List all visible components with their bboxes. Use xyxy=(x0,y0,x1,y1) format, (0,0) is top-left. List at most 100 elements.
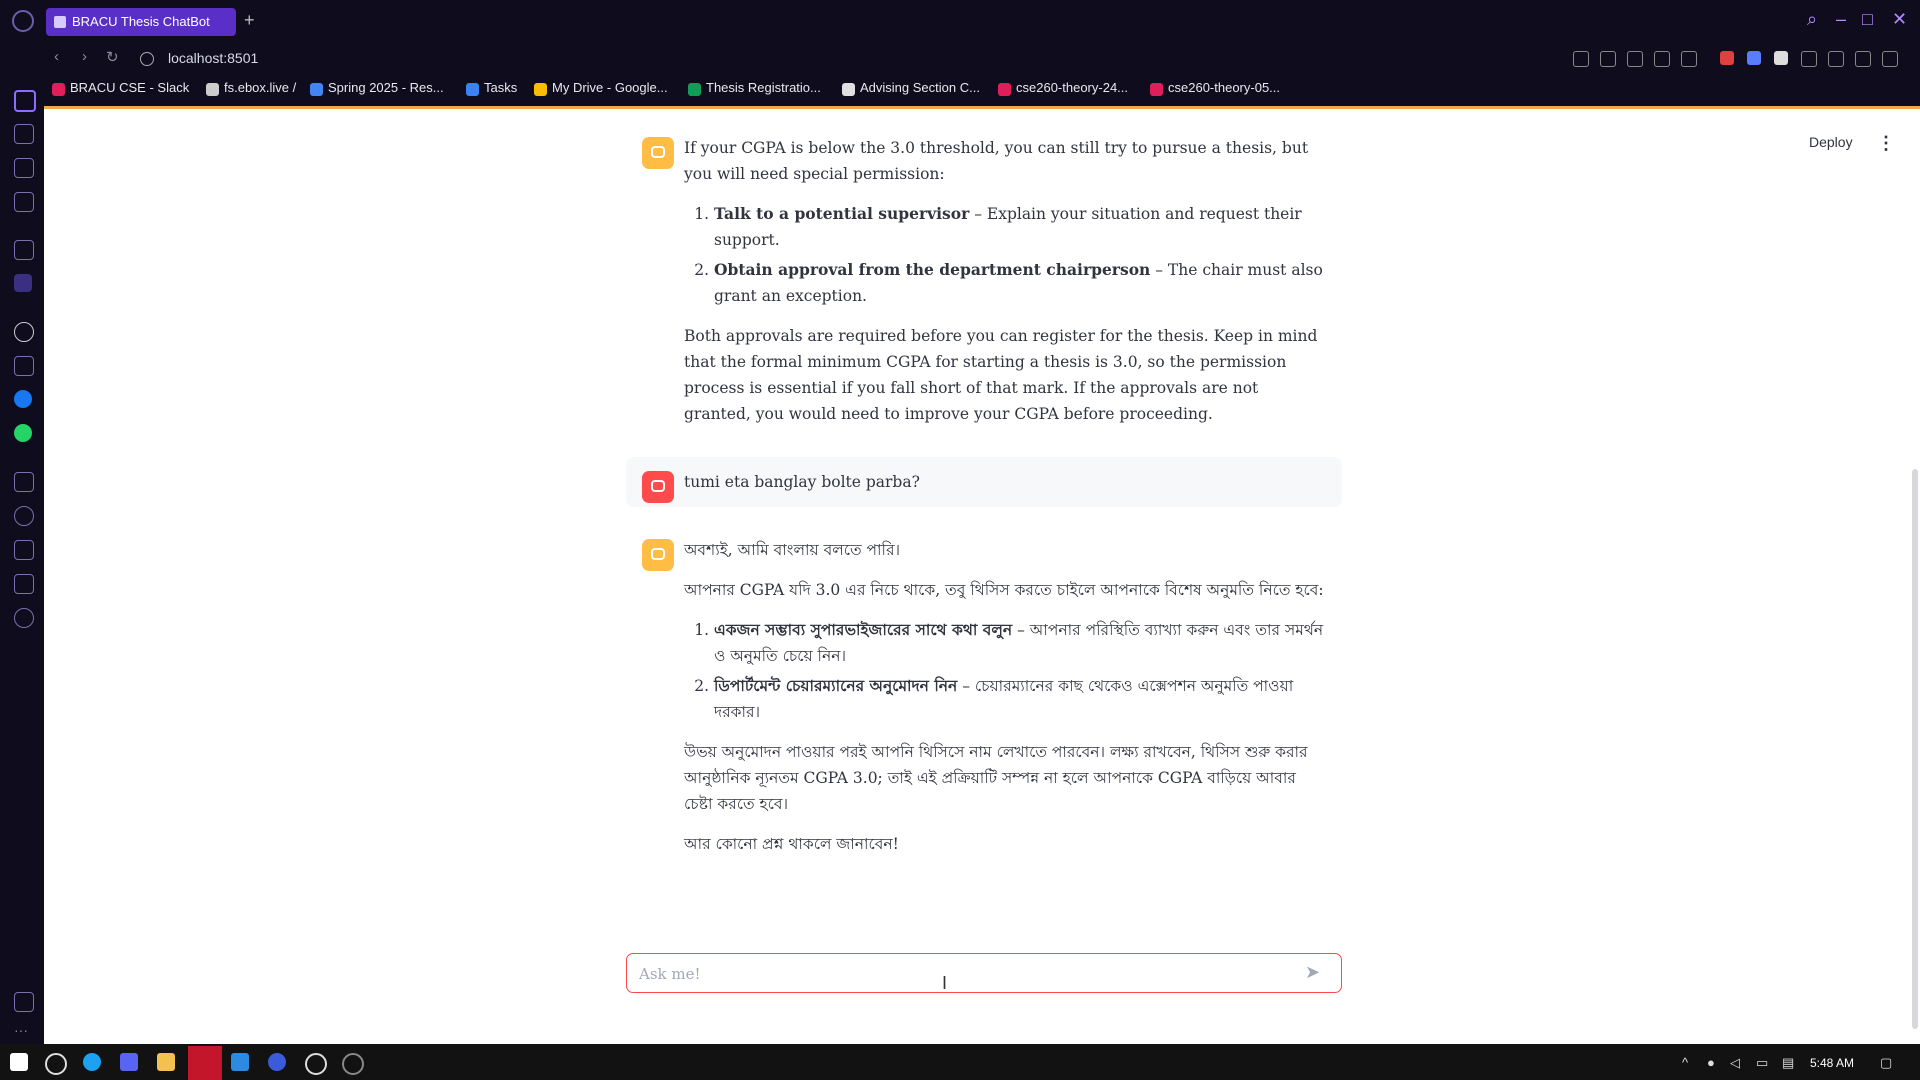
history-icon[interactable] xyxy=(14,506,34,526)
chatgpt-icon[interactable] xyxy=(305,1053,327,1075)
assistant-message: If your CGPA is below the 3.0 threshold,… xyxy=(626,123,1342,439)
menu-icon[interactable] xyxy=(1882,51,1898,67)
active-tab[interactable]: BRACU Thesis ChatBot xyxy=(46,8,236,36)
bookmark-item[interactable]: fs.ebox.live / xyxy=(204,80,296,100)
download-icon[interactable] xyxy=(14,540,34,560)
settings-icon[interactable] xyxy=(14,608,34,628)
more-icon[interactable]: ··· xyxy=(14,1022,32,1040)
extension-icon[interactable] xyxy=(1774,51,1788,65)
chevron-up-icon[interactable]: ^ xyxy=(1682,1055,1688,1070)
gamepad-icon[interactable] xyxy=(14,124,34,144)
message-text: আর কোনো প্রশ্ন থাকলে জানাবেন! xyxy=(684,835,899,853)
chat-messages: If your CGPA is below the 3.0 threshold,… xyxy=(626,131,1342,887)
minimize-icon[interactable]: – xyxy=(1836,9,1846,30)
gx-icon[interactable] xyxy=(14,992,34,1012)
mail-icon[interactable] xyxy=(14,274,32,292)
download-icon[interactable] xyxy=(1855,51,1871,67)
bookmark-item[interactable]: Advising Section C... xyxy=(840,80,980,100)
percent-icon[interactable] xyxy=(14,356,34,376)
bookmark-label: Thesis Registratio... xyxy=(706,80,821,95)
address-bar[interactable]: localhost:8501 xyxy=(168,50,258,66)
home-icon[interactable] xyxy=(14,90,36,112)
list-item: Talk to a potential supervisor – Explain… xyxy=(714,201,1326,253)
discord-icon[interactable] xyxy=(120,1053,138,1071)
screenshot-icon[interactable] xyxy=(1600,51,1616,67)
back-icon[interactable]: ‹ xyxy=(54,48,59,65)
browser-sidebar: ··· xyxy=(0,74,44,1044)
puzzle-icon[interactable] xyxy=(1801,51,1817,67)
bookmark-label: cse260-theory-24... xyxy=(1016,80,1129,95)
search-icon[interactable]: ⌕ xyxy=(1807,9,1817,30)
volume-icon[interactable]: ◁ xyxy=(1730,1055,1740,1071)
maximize-icon[interactable]: □ xyxy=(1862,9,1873,30)
message-text: অবশ্যই, আমি বাংলায় বলতে পারি। xyxy=(684,541,901,559)
close-icon[interactable]: ✕ xyxy=(1892,9,1907,30)
extension-icon[interactable] xyxy=(1747,51,1761,65)
edge-icon[interactable] xyxy=(83,1053,101,1071)
new-tab-icon[interactable]: + xyxy=(244,10,255,31)
chat-input[interactable] xyxy=(637,962,1281,986)
forward-icon[interactable]: › xyxy=(82,48,87,65)
tasks-icon xyxy=(466,83,479,96)
app-icon[interactable] xyxy=(268,1053,286,1071)
vscode-icon[interactable] xyxy=(231,1053,249,1071)
bookmark-label: Spring 2025 - Res... xyxy=(328,80,444,95)
message-text: If your CGPA is below the 3.0 threshold,… xyxy=(684,139,1309,183)
play-icon[interactable] xyxy=(1654,51,1670,67)
keyboard-icon[interactable]: ▤ xyxy=(1782,1055,1794,1071)
whatsapp-icon[interactable] xyxy=(14,424,32,442)
notification-icon[interactable]: ▢ xyxy=(1880,1055,1892,1071)
bookmark-label: cse260-theory-05... xyxy=(1168,80,1281,95)
network-icon[interactable]: ▭ xyxy=(1756,1055,1768,1071)
chat-input-box[interactable]: ➤ xyxy=(626,953,1342,993)
clock[interactable]: 5:48 AM xyxy=(1810,1056,1854,1070)
bot-avatar-icon xyxy=(642,539,674,571)
list-item: Obtain approval from the department chai… xyxy=(714,257,1326,309)
bookmark-label: BRACU CSE - Slack xyxy=(70,80,190,95)
user-message: tumi eta banglay bolte parba? xyxy=(626,457,1342,507)
site-info-icon[interactable] xyxy=(140,52,154,66)
bookmark-item[interactable]: BRACU CSE - Slack xyxy=(50,80,189,100)
bookmark-label: My Drive - Google... xyxy=(552,80,668,95)
bookmark-label: fs.ebox.live / xyxy=(224,80,297,95)
messenger-icon[interactable] xyxy=(14,390,32,408)
bookmark-item[interactable]: cse260-theory-24... xyxy=(996,80,1128,100)
refresh-icon[interactable] xyxy=(14,240,34,260)
chatgpt-icon[interactable] xyxy=(14,322,34,342)
bookmark-item[interactable]: My Drive - Google... xyxy=(532,80,668,100)
rocket-icon[interactable] xyxy=(14,192,34,212)
bookmark-item[interactable]: Spring 2025 - Res... xyxy=(308,80,444,100)
reload-icon[interactable]: ↻ xyxy=(106,48,119,66)
heart-icon[interactable] xyxy=(14,472,34,492)
deploy-button[interactable]: Deploy xyxy=(1809,134,1853,150)
assistant-message: অবশ্যই, আমি বাংলায় বলতে পারি। আপনার CGP… xyxy=(626,525,1342,869)
opera-gx-icon[interactable] xyxy=(188,1046,222,1080)
heart-icon[interactable] xyxy=(1681,51,1697,67)
send-icon[interactable]: ➤ xyxy=(1305,962,1327,984)
user-avatar-icon xyxy=(642,471,674,503)
bookmark-item[interactable]: Tasks xyxy=(464,80,517,100)
browser-logo-icon[interactable] xyxy=(12,10,34,32)
clock-app-icon[interactable] xyxy=(342,1053,364,1075)
file-icon xyxy=(206,83,219,96)
profile-icon[interactable] xyxy=(1828,51,1844,67)
shield-icon[interactable] xyxy=(1627,51,1643,67)
search-icon[interactable] xyxy=(45,1053,67,1075)
bookmark-item[interactable]: Thesis Registratio... xyxy=(686,80,821,100)
kebab-menu-icon[interactable]: ⋮ xyxy=(1877,133,1895,154)
start-icon[interactable] xyxy=(10,1053,28,1071)
bot-avatar-icon xyxy=(642,137,674,169)
book-icon[interactable] xyxy=(14,158,34,178)
file-explorer-icon[interactable] xyxy=(157,1053,175,1071)
bookmark-item[interactable]: cse260-theory-05... xyxy=(1148,80,1280,100)
bookmark-icon[interactable] xyxy=(1573,51,1589,67)
tab-title: BRACU Thesis ChatBot xyxy=(72,14,210,29)
extension-icon[interactable] xyxy=(1720,51,1734,65)
microphone-icon[interactable]: ● xyxy=(1707,1055,1715,1070)
puzzle-icon[interactable] xyxy=(14,574,34,594)
text-cursor-icon: I xyxy=(942,973,948,993)
scrollbar[interactable] xyxy=(1912,469,1918,1029)
message-text: tumi eta banglay bolte parba? xyxy=(684,473,920,491)
message-list: Talk to a potential supervisor – Explain… xyxy=(684,201,1326,309)
sheets-icon xyxy=(688,83,701,96)
